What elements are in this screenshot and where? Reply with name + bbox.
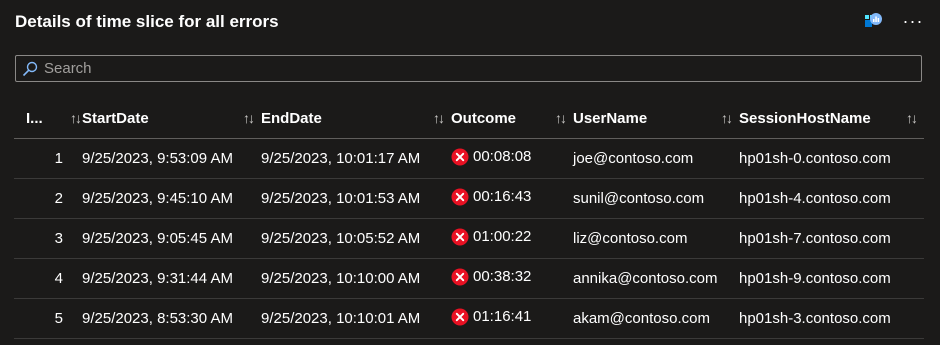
table-header-row: I... ↑↓ StartDate ↑↓ EndDate ↑↓ Outcome: [14, 98, 924, 139]
table-row[interactable]: 5 9/25/2023, 8:53:30 AM 9/25/2023, 10:10…: [14, 298, 924, 339]
errors-table: I... ↑↓ StartDate ↑↓ EndDate ↑↓ Outcome: [14, 98, 924, 339]
sort-icon[interactable]: ↑↓: [721, 110, 733, 126]
outcome-duration: 01:00:22: [473, 228, 532, 245]
column-header-label: StartDate: [82, 109, 149, 127]
cell-username: annika@contoso.com: [573, 258, 739, 299]
cell-username: sunil@contoso.com: [573, 178, 739, 219]
error-icon: [451, 188, 469, 206]
cell-index: 3: [14, 218, 82, 259]
table-row[interactable]: 3 9/25/2023, 9:05:45 AM 9/25/2023, 10:05…: [14, 218, 924, 259]
outcome-duration: 01:16:41: [473, 308, 532, 325]
column-header-index[interactable]: I... ↑↓: [14, 98, 82, 139]
column-header-label: EndDate: [261, 109, 322, 127]
cell-enddate: 9/25/2023, 10:10:00 AM: [261, 258, 451, 299]
sort-icon[interactable]: ↑↓: [906, 110, 918, 126]
page-title: Details of time slice for all errors: [15, 12, 279, 31]
sort-icon[interactable]: ↑↓: [70, 110, 82, 126]
cell-outcome: 01:00:22: [451, 218, 573, 259]
column-header-label: Outcome: [451, 109, 517, 127]
table-row[interactable]: 4 9/25/2023, 9:31:44 AM 9/25/2023, 10:10…: [14, 258, 924, 299]
cell-sessionhostname: hp01sh-7.contoso.com: [739, 218, 924, 259]
cell-username: akam@contoso.com: [573, 298, 739, 339]
column-header-username[interactable]: UserName ↑↓: [573, 98, 739, 139]
cell-outcome: 00:38:32: [451, 258, 573, 299]
cell-outcome: 00:08:08: [451, 138, 573, 179]
outcome-duration: 00:16:43: [473, 188, 532, 205]
cell-startdate: 9/25/2023, 9:45:10 AM: [82, 178, 261, 219]
column-header-sessionhostname[interactable]: SessionHostName ↑↓: [739, 98, 924, 139]
more-options-icon[interactable]: ···: [902, 10, 924, 32]
column-header-enddate[interactable]: EndDate ↑↓: [261, 98, 451, 139]
error-icon: [451, 148, 469, 166]
error-icon: [451, 308, 469, 326]
error-icon: [451, 228, 469, 246]
search-input[interactable]: [38, 55, 921, 82]
cell-index: 1: [14, 138, 82, 179]
cell-outcome: 01:16:41: [451, 298, 573, 339]
cell-sessionhostname: hp01sh-3.contoso.com: [739, 298, 924, 339]
sort-icon[interactable]: ↑↓: [555, 110, 567, 126]
error-icon: [451, 268, 469, 286]
cell-enddate: 9/25/2023, 10:05:52 AM: [261, 218, 451, 259]
cell-enddate: 9/25/2023, 10:01:53 AM: [261, 178, 451, 219]
cell-outcome: 00:16:43: [451, 178, 573, 219]
outcome-duration: 00:08:08: [473, 148, 532, 165]
sort-icon[interactable]: ↑↓: [243, 110, 255, 126]
cell-username: liz@contoso.com: [573, 218, 739, 259]
cell-startdate: 9/25/2023, 9:53:09 AM: [82, 138, 261, 179]
search-icon: [22, 61, 38, 77]
cell-index: 5: [14, 298, 82, 339]
cell-enddate: 9/25/2023, 10:01:17 AM: [261, 138, 451, 179]
column-header-label: UserName: [573, 109, 648, 127]
column-header-startdate[interactable]: StartDate ↑↓: [82, 98, 261, 139]
column-header-label: SessionHostName: [739, 109, 871, 127]
cell-startdate: 9/25/2023, 9:05:45 AM: [82, 218, 261, 259]
cell-sessionhostname: hp01sh-9.contoso.com: [739, 258, 924, 299]
sort-icon[interactable]: ↑↓: [433, 110, 445, 126]
toolbar: ···: [862, 10, 924, 32]
cell-startdate: 9/25/2023, 8:53:30 AM: [82, 298, 261, 339]
cell-index: 4: [14, 258, 82, 299]
cell-enddate: 9/25/2023, 10:10:01 AM: [261, 298, 451, 339]
column-header-label: I...: [26, 109, 43, 127]
cell-sessionhostname: hp01sh-0.contoso.com: [739, 138, 924, 179]
outcome-duration: 00:38:32: [473, 268, 532, 285]
pin-to-dashboard-icon[interactable]: [862, 10, 884, 32]
cell-sessionhostname: hp01sh-4.contoso.com: [739, 178, 924, 219]
search-box[interactable]: [15, 55, 922, 82]
table-row[interactable]: 2 9/25/2023, 9:45:10 AM 9/25/2023, 10:01…: [14, 178, 924, 219]
cell-username: joe@contoso.com: [573, 138, 739, 179]
table-row[interactable]: 1 9/25/2023, 9:53:09 AM 9/25/2023, 10:01…: [14, 138, 924, 179]
cell-index: 2: [14, 178, 82, 219]
cell-startdate: 9/25/2023, 9:31:44 AM: [82, 258, 261, 299]
column-header-outcome[interactable]: Outcome ↑↓: [451, 98, 573, 139]
